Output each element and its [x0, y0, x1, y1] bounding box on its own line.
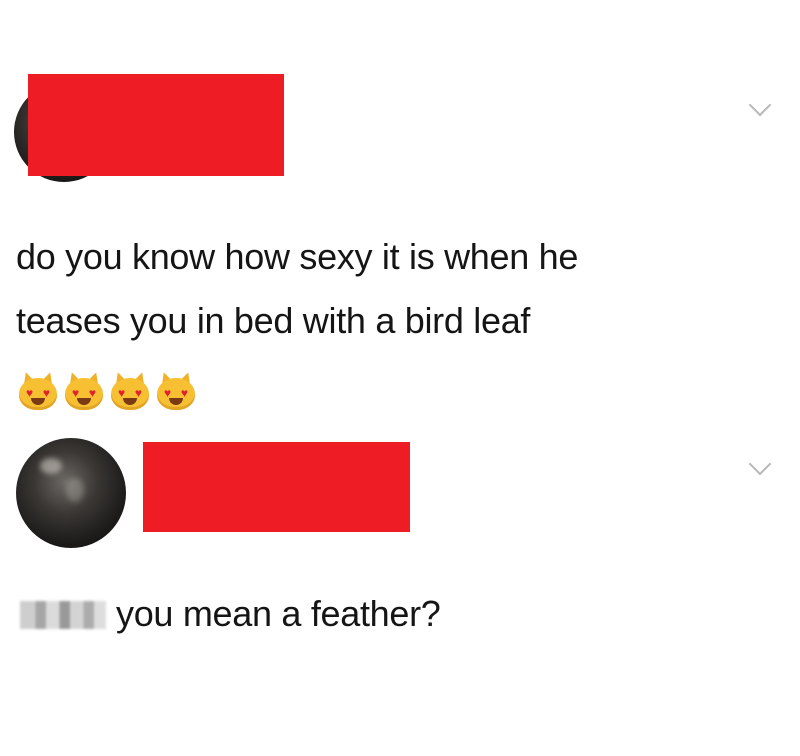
post-text: you mean a feather?: [20, 585, 441, 643]
post-text-content: you mean a feather?: [116, 593, 441, 634]
chevron-down-icon[interactable]: [748, 93, 772, 117]
post-text-line-1: do you know how sexy it is when he: [16, 236, 579, 277]
censored-word: [20, 601, 106, 629]
post-text-line-2: teases you in bed with a bird leaf: [16, 300, 531, 341]
heart-eyes-cat-icon: ♥ ♥: [18, 370, 58, 410]
heart-eyes-cat-icon: ♥ ♥: [64, 370, 104, 410]
heart-eyes-cat-icon: ♥ ♥: [156, 370, 196, 410]
redacted-username: [28, 74, 284, 176]
avatar[interactable]: [16, 438, 126, 548]
post-1: do you know how sexy it is when he tease…: [0, 0, 800, 430]
redacted-username: [143, 442, 410, 532]
emoji-row: ♥ ♥ ♥ ♥ ♥ ♥ ♥ ♥: [18, 370, 196, 410]
post-2: you mean a feather?: [0, 430, 800, 756]
chevron-down-icon[interactable]: [748, 452, 772, 476]
heart-eyes-cat-icon: ♥ ♥: [110, 370, 150, 410]
